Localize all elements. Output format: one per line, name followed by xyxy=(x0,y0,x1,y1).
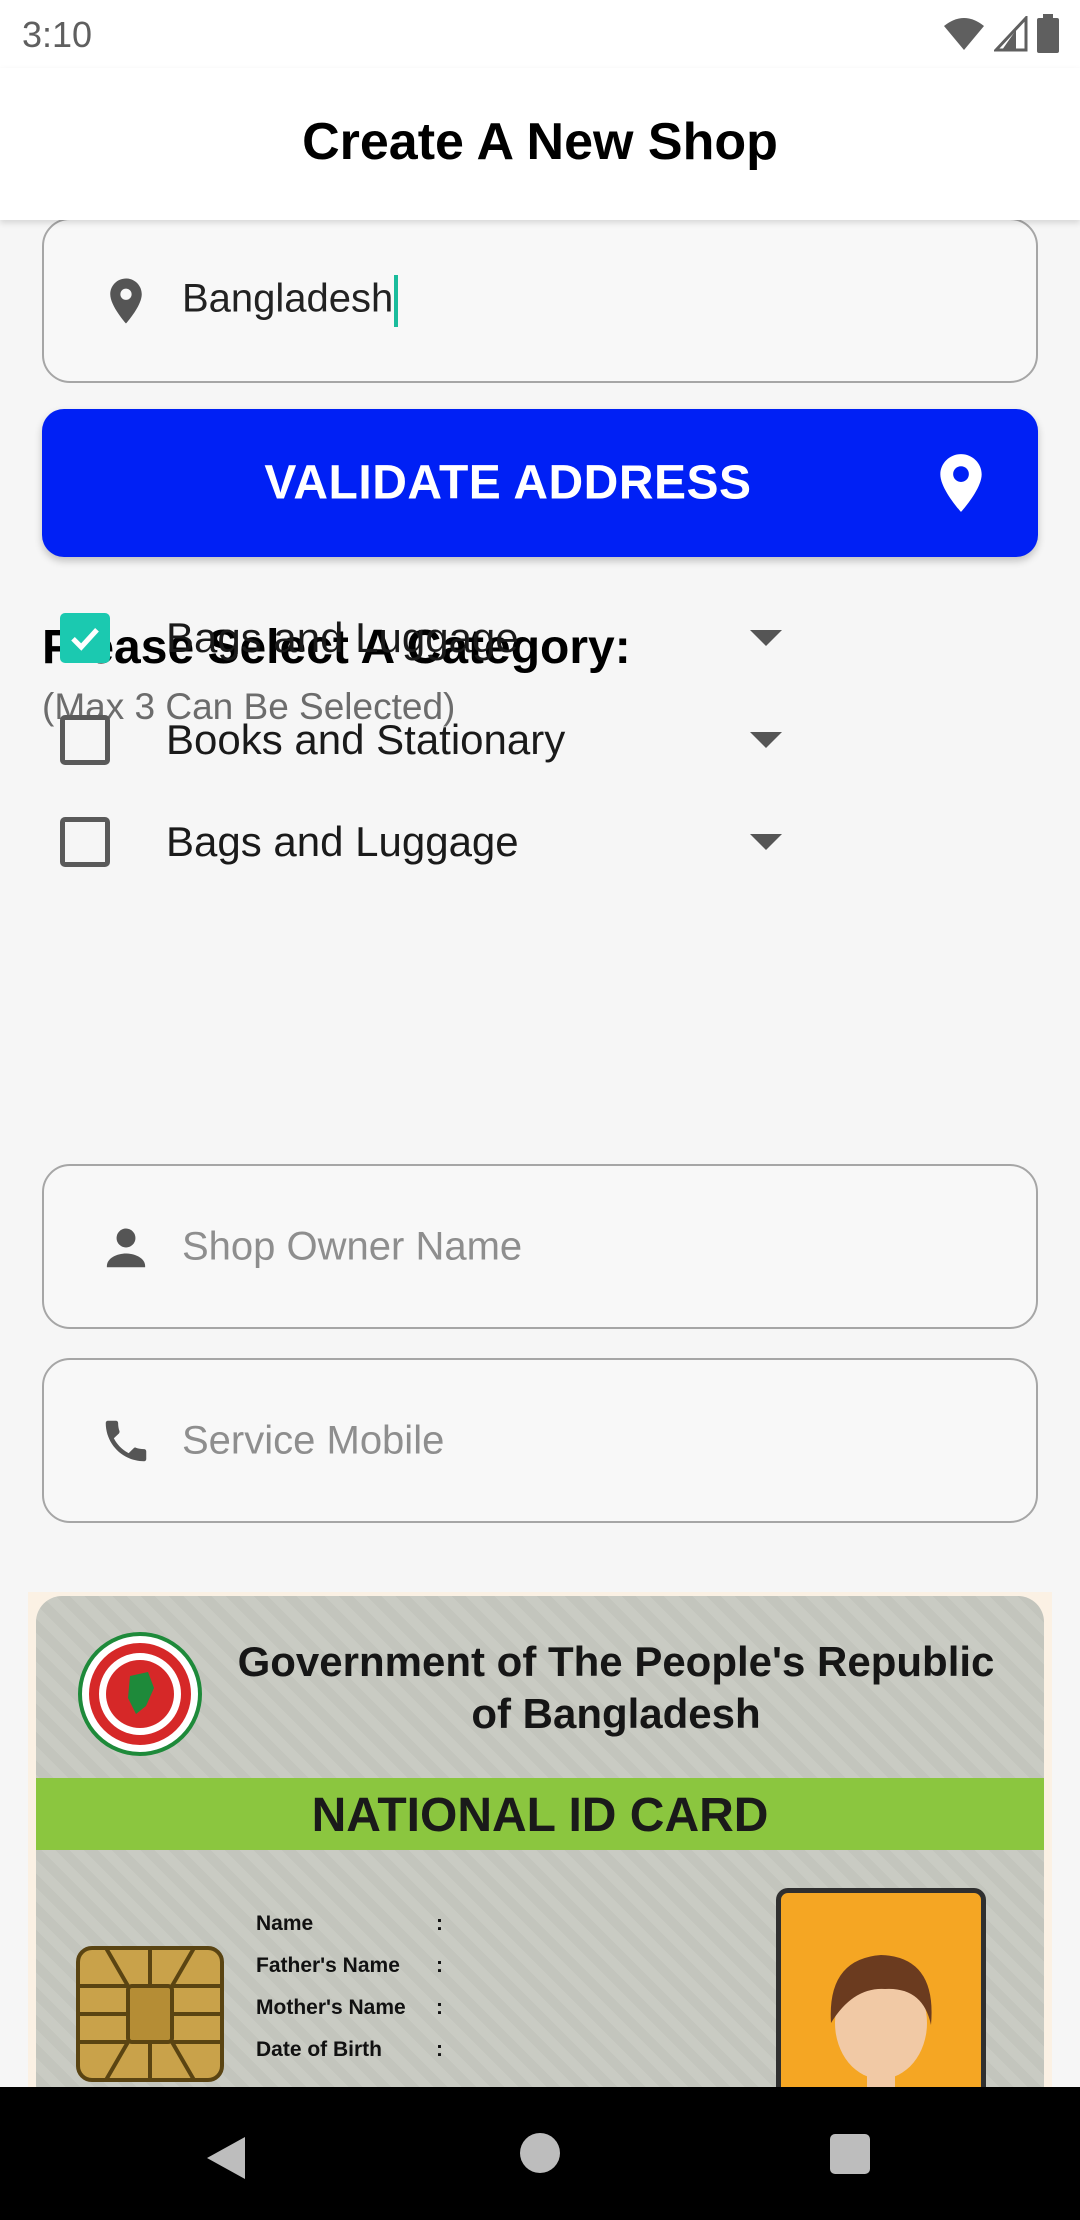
id-card-field: Mother's Name: xyxy=(256,1996,443,2019)
status-icons xyxy=(942,14,1060,54)
category-row[interactable]: Bags and Luggage xyxy=(42,802,802,882)
national-id-card-image[interactable]: Government of The People's Republic of B… xyxy=(28,1592,1052,2087)
category-label: Bags and Luggage xyxy=(166,818,519,865)
service-mobile-field[interactable]: Service Mobile xyxy=(42,1358,1038,1523)
id-card-field: Date of Birth: xyxy=(256,2038,443,2061)
app-bar: Create A New Shop xyxy=(0,68,1080,220)
page-title: Create A New Shop xyxy=(302,113,778,171)
id-card-gov-line1: Government of The People's Republic xyxy=(237,1638,995,1685)
id-card-gov-line2: of Bangladesh xyxy=(471,1690,761,1737)
shop-owner-name-field[interactable]: Shop Owner Name xyxy=(42,1164,1038,1329)
id-card-fields: Name: Father's Name: Mother's Name: Date… xyxy=(256,1912,443,2080)
battery-icon xyxy=(1037,14,1059,53)
category-checkbox-checked[interactable] xyxy=(60,613,110,663)
validate-address-label: VALIDATE ADDRESS xyxy=(264,456,752,510)
address-input[interactable]: Bangladesh xyxy=(182,274,399,327)
phone-icon xyxy=(105,1420,147,1461)
back-icon[interactable] xyxy=(205,2135,247,2181)
government-seal-icon xyxy=(78,1632,202,1756)
shop-owner-name-input[interactable]: Shop Owner Name xyxy=(182,1224,522,1269)
service-mobile-input[interactable]: Service Mobile xyxy=(182,1418,444,1463)
validate-address-button[interactable]: VALIDATE ADDRESS xyxy=(42,409,1038,557)
address-value: Bangladesh xyxy=(182,276,394,321)
location-pin-icon xyxy=(110,278,142,323)
id-card-title: NATIONAL ID CARD xyxy=(311,1789,769,1842)
id-card-title-band: NATIONAL ID CARD xyxy=(36,1778,1044,1850)
id-card-field: Name: xyxy=(256,1912,443,1935)
system-nav-bar xyxy=(0,2087,1080,2220)
category-label: Books and Stationary xyxy=(166,716,566,763)
id-card-field: Father's Name: xyxy=(256,1954,443,1977)
id-card-government-heading: Government of The People's Republic of B… xyxy=(216,1636,1016,1740)
dropdown-arrow-icon[interactable] xyxy=(750,732,782,748)
status-bar: 3:10 xyxy=(0,0,1080,68)
dropdown-arrow-icon[interactable] xyxy=(750,630,782,646)
category-checkbox[interactable] xyxy=(60,817,110,867)
category-label: Bags and Luggage xyxy=(166,614,519,661)
category-row[interactable]: Books and Stationary xyxy=(42,700,802,780)
form-content[interactable]: Bangladesh VALIDATE ADDRESS Please Selec… xyxy=(0,220,1080,2087)
category-checkbox[interactable] xyxy=(60,715,110,765)
text-cursor xyxy=(394,274,399,327)
address-field[interactable]: Bangladesh xyxy=(42,220,1038,383)
dropdown-arrow-icon[interactable] xyxy=(750,834,782,850)
person-icon xyxy=(106,1228,146,1267)
id-card-photo xyxy=(776,1888,986,2087)
category-row[interactable]: Bags and Luggage xyxy=(42,598,802,678)
wifi-icon xyxy=(944,18,984,50)
sim-chip-icon xyxy=(76,1946,224,2082)
check-icon xyxy=(71,628,99,651)
person-avatar-icon xyxy=(830,1955,932,2087)
home-icon[interactable] xyxy=(520,2133,560,2173)
id-card-body: Government of The People's Republic of B… xyxy=(36,1596,1044,2087)
signal-icon xyxy=(994,16,1028,52)
recents-icon[interactable] xyxy=(830,2134,870,2174)
status-time: 3:10 xyxy=(22,14,93,55)
location-pin-icon xyxy=(940,454,982,512)
